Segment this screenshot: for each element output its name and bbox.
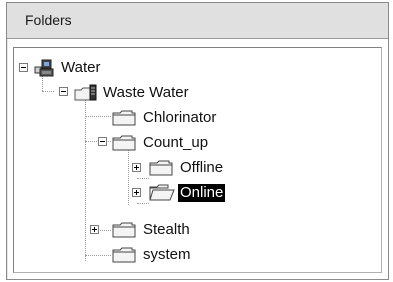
expand-toggle[interactable] — [132, 163, 141, 172]
folder-icon — [112, 247, 136, 263]
folders-panel: Folders Water Waste Water Chlorinator Co… — [6, 2, 389, 280]
folder-icon — [112, 135, 136, 151]
tree-item-system[interactable]: system — [14, 244, 274, 266]
network-computer-icon — [34, 59, 54, 77]
collapse-toggle[interactable] — [59, 87, 68, 96]
tree-item-stealth[interactable]: Stealth — [14, 218, 274, 240]
tree-item-label: Online — [178, 184, 226, 202]
collapse-toggle[interactable] — [19, 63, 28, 72]
tree-item-label: Waste Water — [103, 84, 189, 101]
folder-open-icon — [149, 184, 175, 201]
tree-item-label: Chlorinator — [143, 109, 217, 126]
expand-toggle[interactable] — [90, 225, 99, 234]
folder-icon — [112, 222, 136, 238]
tree-item-label: system — [143, 246, 191, 263]
panel-title: Folders — [25, 12, 72, 28]
folder-icon — [112, 110, 136, 126]
tree-item-label: Offline — [180, 159, 224, 176]
tree-item-count-up[interactable]: Count_up — [14, 133, 274, 155]
tree-item-online[interactable]: Online — [14, 183, 274, 205]
expand-toggle[interactable] — [132, 188, 141, 197]
folder-icon — [149, 160, 173, 176]
tree-item-label: Stealth — [143, 221, 190, 238]
tree-item-chlorinator[interactable]: Chlorinator — [14, 108, 274, 130]
folder-tree[interactable]: Water Waste Water Chlorinator Count_up O… — [13, 47, 382, 273]
tree-item-offline[interactable]: Offline — [14, 158, 274, 180]
tree-item-waste-water[interactable]: Waste Water — [14, 83, 254, 105]
panel-header: Folders — [7, 3, 388, 39]
tree-item-label: Count_up — [143, 134, 209, 151]
server-folder-icon — [74, 84, 97, 101]
tree-item-water[interactable]: Water — [14, 58, 214, 80]
collapse-toggle[interactable] — [98, 137, 107, 146]
tree-item-label: Water — [61, 59, 101, 76]
